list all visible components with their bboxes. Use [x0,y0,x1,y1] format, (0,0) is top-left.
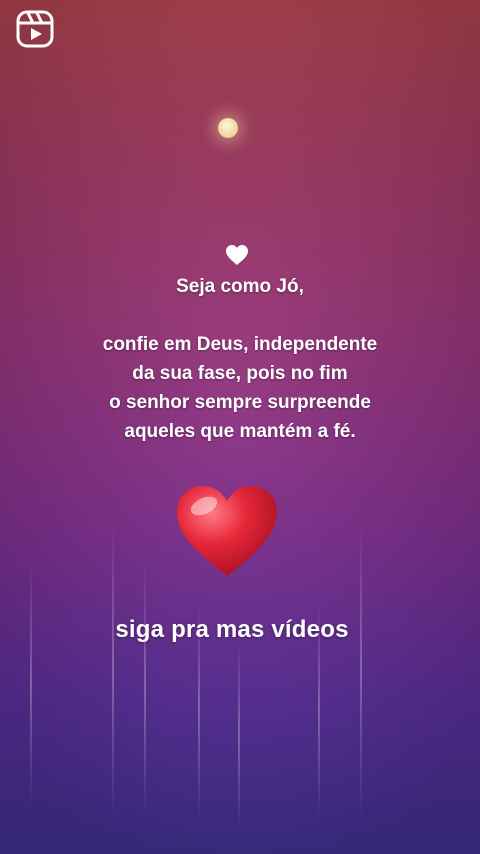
white-heart-icon [226,245,248,265]
quote-line-1: Seja como Jó, [176,276,304,297]
light-streak [144,560,146,820]
follow-cta-text: siga pra mas vídeos [115,616,349,643]
red-heart-icon [177,486,277,576]
quote-line-4: o senhor sempre surpreende [109,392,371,413]
light-streak [112,520,114,820]
instagram-reels-icon[interactable] [16,10,54,48]
quote-line-5: aqueles que mantém a fé. [124,421,356,442]
moon [218,118,238,138]
light-streak [30,560,32,810]
quote-line-2: confie em Deus, independente [102,334,378,355]
light-streak [238,640,240,830]
quote-line-3: da sua fase, pois no fim [132,363,348,384]
light-streak [360,520,362,820]
